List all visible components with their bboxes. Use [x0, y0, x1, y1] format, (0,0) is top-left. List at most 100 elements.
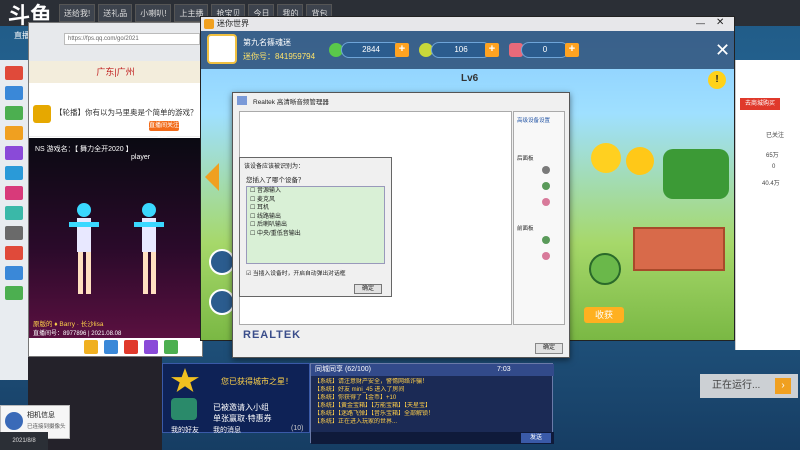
- device-option[interactable]: ☐ 线路输出: [247, 213, 384, 222]
- app-icon-5[interactable]: [5, 146, 23, 160]
- app-icon-12[interactable]: [5, 286, 23, 300]
- stat-value-3: 40.4万: [762, 181, 780, 187]
- hedge: [663, 149, 729, 199]
- app-icon-9[interactable]: [5, 226, 23, 240]
- device-option-label: 麦克风: [257, 196, 276, 203]
- stat-value-2: 0: [772, 164, 776, 170]
- dance-room-id: 直播间号：8977896 | 2021.08.08: [33, 331, 122, 337]
- tab-my-messages[interactable]: 我的消息: [213, 425, 241, 435]
- coupon-message: 单张赢取·特惠券: [213, 414, 272, 423]
- level-label: Lv6: [461, 73, 479, 84]
- city-star-message: 您已获得城市之星！: [221, 377, 293, 386]
- shop-button[interactable]: 去商城购买: [740, 98, 780, 110]
- chevron-right-icon[interactable]: ›: [775, 378, 791, 394]
- taskbar-item-3[interactable]: 小喇叭!: [135, 4, 172, 22]
- notification-subtitle: 已连接到摄像头: [27, 424, 66, 430]
- app-icon-11[interactable]: [5, 266, 23, 280]
- realtek-title-icon: [237, 96, 247, 105]
- coin-count: 2844: [341, 42, 401, 58]
- app-icon-6[interactable]: [5, 166, 23, 180]
- device-popup-ok-button[interactable]: 确定: [354, 284, 382, 294]
- info-icon[interactable]: !: [708, 71, 726, 89]
- add-coins-button[interactable]: +: [395, 43, 409, 57]
- browser-toolbar: https://fps.qq.com/go/2021: [29, 23, 202, 61]
- player-avatar[interactable]: [207, 34, 237, 64]
- device-option-label: 线路输出: [257, 213, 282, 220]
- taskbar-item-2[interactable]: 送礼品: [98, 4, 133, 22]
- dancer-right: [134, 200, 164, 300]
- sunflower-2: [626, 147, 654, 175]
- window-close-icon[interactable]: ✕: [716, 17, 724, 28]
- device-options-list: ☐ 音源输入 ☐ 麦克风 ☐ 耳机 ☐ 线路输出 ☐ 后喇叭输出 ☐ 中央/重低…: [246, 186, 385, 264]
- app-icon-3[interactable]: [5, 106, 23, 120]
- add-stars-button[interactable]: +: [485, 43, 499, 57]
- city-banner: 广东|广州: [29, 61, 202, 83]
- chat-message: 【系统】好友 mini_45 进入了房间: [314, 387, 405, 393]
- auto-popup-checkbox[interactable]: ☑ 当插入设备时，开启自动弹出对话框: [246, 268, 346, 277]
- side-panel-title: 高级设备设置: [517, 118, 551, 124]
- game-name-label: NS 游戏名：【 舞力全开2020 】: [35, 146, 133, 153]
- taskbar-item-1[interactable]: 送给我!: [59, 4, 96, 22]
- brick-block: [633, 227, 725, 271]
- device-option[interactable]: ☐ 中央/重低音输出: [247, 230, 384, 239]
- notification-title: 相机信息: [27, 412, 55, 419]
- star-badge-icon: [171, 368, 199, 392]
- harvest-button[interactable]: 收获: [584, 307, 624, 323]
- app-icon-1[interactable]: [5, 66, 23, 80]
- send-button[interactable]: 发送: [521, 433, 551, 443]
- gift-icon-3[interactable]: [124, 340, 138, 354]
- add-tickets-button[interactable]: +: [565, 43, 579, 57]
- device-option[interactable]: ☐ 音源输入: [247, 187, 384, 196]
- close-icon[interactable]: ✕: [715, 40, 730, 61]
- realtek-ok-button[interactable]: 确定: [535, 343, 563, 354]
- app-icon-10[interactable]: [5, 246, 23, 260]
- minimize-icon[interactable]: —: [696, 18, 705, 28]
- camera-icon: [5, 412, 23, 430]
- message-count: (10): [291, 425, 304, 432]
- analog-label: 后面板: [517, 156, 534, 162]
- realtek-side-panel: 高级设备设置 后面板 前面板: [513, 111, 565, 325]
- streamer-avatar[interactable]: [33, 105, 51, 123]
- app-icon-4[interactable]: [5, 126, 23, 140]
- digital-label: 前面板: [517, 226, 534, 232]
- game-app-title: 迷你世界: [217, 19, 249, 28]
- watermelon-item[interactable]: [589, 253, 621, 285]
- app-icon-7[interactable]: [5, 186, 23, 200]
- player-name: 第九名篠魂迷: [243, 38, 291, 47]
- chat-message: 【系统】请注意财产安全，警惕网络诈骗！: [314, 379, 429, 385]
- chat-header[interactable]: 同城同享 (62/100): [311, 364, 554, 376]
- app-icon-2[interactable]: [5, 86, 23, 100]
- gift-icon-1[interactable]: [84, 340, 98, 354]
- prev-arrow-icon[interactable]: [205, 163, 219, 191]
- gift-icon-2[interactable]: [104, 340, 118, 354]
- tab-my-friends[interactable]: 我的好友: [171, 425, 199, 435]
- stream-video[interactable]: NS 游戏名：【 舞力全开2020 】 player 原版的 ♦ Barry ·…: [29, 138, 202, 338]
- stream-title: 【轮播】你有以为马里奥是个简单的游戏？: [55, 108, 198, 117]
- jack-icon-3[interactable]: [542, 198, 550, 206]
- gift-icon-4[interactable]: [144, 340, 158, 354]
- app-icon-8[interactable]: [5, 206, 23, 220]
- realtek-brand: REALTEK: [243, 329, 302, 341]
- device-option[interactable]: ☐ 后喇叭输出: [247, 221, 384, 230]
- jack-icon-1[interactable]: [542, 166, 550, 174]
- ticket-count: 0: [521, 42, 569, 58]
- url-bar[interactable]: https://fps.qq.com/go/2021: [64, 33, 200, 45]
- right-side-panel: 去商城购买 已关注 65万 0 40.4万: [735, 60, 800, 350]
- device-option[interactable]: ☐ 耳机: [247, 204, 384, 213]
- chat-input[interactable]: 发送: [311, 432, 554, 444]
- group-icon: [171, 398, 197, 420]
- chat-time: 7:03: [497, 366, 511, 373]
- jack-icon-4[interactable]: [542, 236, 550, 244]
- game-titlebar: 迷你世界 — ✕: [201, 17, 734, 31]
- jack-icon-2[interactable]: [542, 182, 550, 190]
- device-option[interactable]: ☐ 麦克风: [247, 196, 384, 205]
- follow-button[interactable]: 直播间关注 100+: [149, 121, 179, 139]
- chat-message: 【系统】你获得了【金币】+10: [314, 395, 397, 401]
- chat-messages: 【系统】请注意财产安全，警惕网络诈骗！ 【系统】好友 mini_45 进入了房间…: [314, 378, 552, 426]
- sunflower-1: [591, 143, 621, 173]
- gift-bar: [29, 338, 202, 356]
- chat-message: 【系统】【迷路飞弹】【音乐宝箱】全部解锁！: [314, 411, 435, 417]
- stat-value-1: 65万: [766, 153, 779, 159]
- jack-icon-5[interactable]: [542, 252, 550, 260]
- gift-icon-5[interactable]: [164, 340, 178, 354]
